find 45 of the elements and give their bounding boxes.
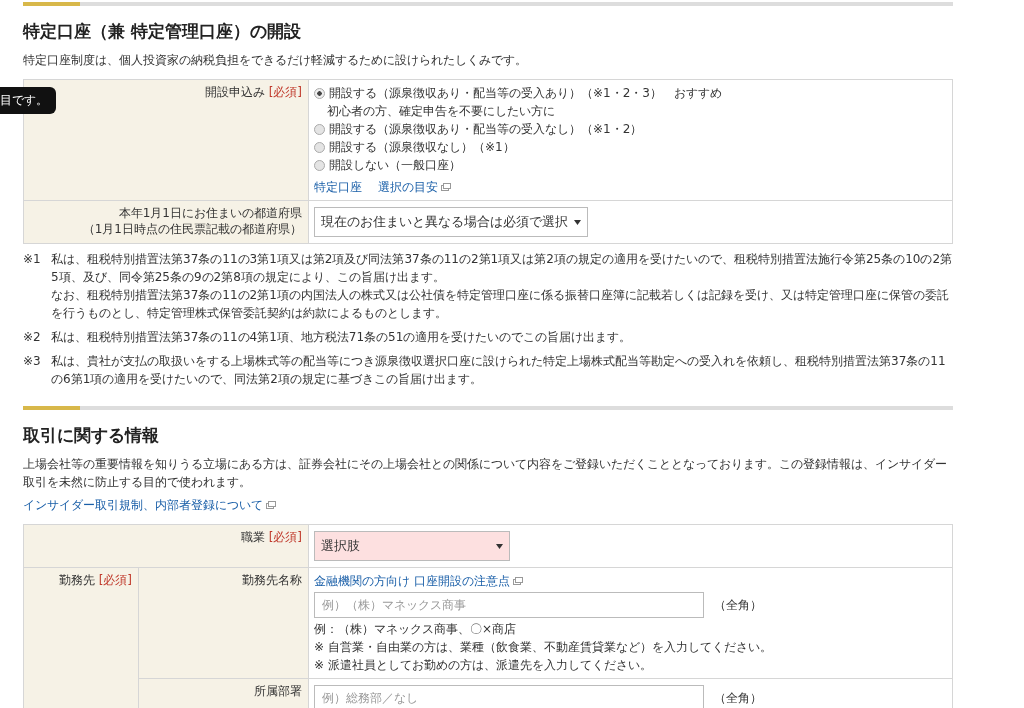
external-window-icon	[266, 501, 276, 509]
radio-option[interactable]: 開設する（源泉徴収なし）（※1）	[314, 138, 515, 156]
field-label: 勤務先名称	[242, 573, 302, 587]
field-hint: ※ 派遣社員としてお勤めの方は、派遣先を入力してください。	[314, 657, 652, 674]
radio-option[interactable]: 開設する（源泉徴収あり・配当等の受入あり）（※1・2・3） おすすめ	[314, 84, 722, 102]
field-hint: ※ 自営業・自由業の方は、業種（飲食業、不動産賃貸業など）を入力してください。	[314, 639, 772, 656]
caret-icon	[574, 219, 581, 225]
occupation-select[interactable]: 選択肢	[314, 531, 510, 561]
radio-option[interactable]: 開設しない（一般口座）	[314, 156, 461, 174]
help-link[interactable]: 選択の目安	[378, 178, 451, 196]
field-label: 本年1月1日にお住まいの都道府県 （1月1日時点の住民票記載の都道府県）	[82, 206, 302, 236]
field-label: 勤務先 [必須]	[58, 573, 132, 587]
help-link[interactable]: 特定口座	[314, 178, 362, 196]
text-field[interactable]: 例）（株）マネックス商事	[314, 592, 704, 618]
radio-option[interactable]: 開設する（源泉徴収あり・配当等の受入なし）（※1・2）	[314, 120, 643, 138]
field-suffix: （全角）	[714, 690, 762, 707]
section-title: 取引に関する情報	[23, 424, 160, 447]
field-label: 職業 [必須]	[240, 530, 302, 544]
radio-button[interactable]	[314, 159, 325, 171]
section-description: 特定口座制度は、個人投資家の納税負担をできるだけ軽減するために設けられたしくみです。	[23, 52, 528, 69]
note-text: なお、租税特別措置法第37条の11の2第1項の内国法人の株式又は公社債を特定管理口座に係る振替口座簿に記載若しくは記録を受け、又は特定管理口座に保管の委託を行うものとし、特定管理株式保管委託契約は約款によるものとします。	[51, 287, 950, 322]
text-field[interactable]: 例）総務部／なし	[314, 685, 704, 708]
field-label: 所属部署	[254, 684, 302, 698]
radio-button[interactable]	[314, 123, 325, 135]
tooltip: 目です。	[0, 87, 56, 114]
section-title: 特定口座（兼 特定管理口座）の開設	[23, 20, 302, 43]
option-note: 初心者の方、確定申告を不要にしたい方に	[326, 103, 555, 120]
external-window-icon	[512, 577, 523, 585]
note-text: 私は、租税特別措置法第37条の11の3第1項又は第2項及び同法第37条の11の2第1項又は第2項の規定の適用を受けたいので、租税特別措置法施行令第25条の10の2第5項、及び、同令第25条の9の2第8項の規定により、この旨届け出ます。	[51, 251, 953, 286]
field-suffix: （全角）	[714, 597, 762, 614]
note-mark: ※2	[23, 329, 42, 346]
note-mark: ※3	[23, 353, 42, 370]
note-text: 私は、貴社が支払の取扱いをする上場株式等の配当等につき源泉徴収選択口座に設けられた特定上場株式配当等勘定への受入れを依頼し、租税特別措置法第37条の11の6第1項の適用を受けたいので、同法第2項の規定に基づきこの旨届け出ます。	[51, 353, 947, 388]
help-link[interactable]: インサイダー取引規制、内部者登録について	[23, 497, 276, 514]
note-text: 私は、租税特別措置法第37条の11の4第1項、地方税法71条の51の適用を受けたいのでこの旨届け出ます。	[51, 329, 632, 346]
section-description: 上場会社等の重要情報を知りうる立場にある方は、証券会社にその上場会社との関係について内容をご登録いただくこととなっております。この登録情報は、インサイダー取引を未然に防止する目的で使われます。	[23, 456, 948, 491]
help-link[interactable]: 金融機関の方向け 口座開設の注意点	[314, 572, 523, 590]
caret-icon	[496, 543, 503, 549]
radio-button[interactable]	[314, 87, 325, 99]
field-hint: 例：（株）マネックス商事、〇×商店	[314, 621, 517, 638]
prefecture-select[interactable]: 現在のお住まいと異なる場合は必須で選択	[314, 207, 588, 237]
field-label: 開設申込み [必須]	[204, 85, 302, 99]
external-window-icon	[441, 183, 451, 191]
note-mark: ※1	[23, 251, 42, 268]
radio-button[interactable]	[314, 141, 325, 153]
